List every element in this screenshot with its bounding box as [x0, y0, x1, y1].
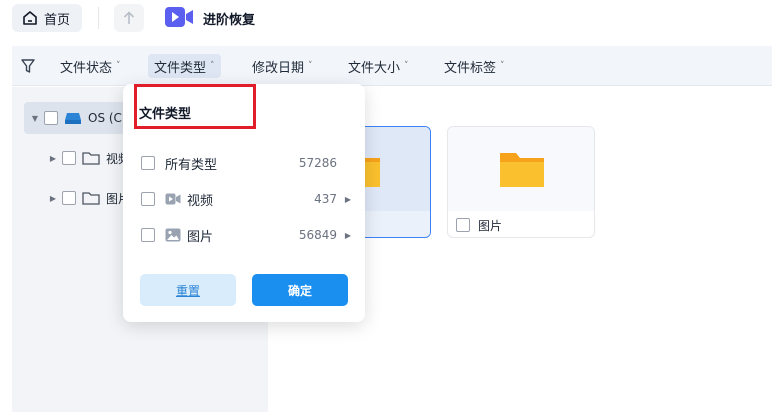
filter-label: 文件大小 — [348, 60, 401, 76]
tree-item-pictures[interactable]: ▶ 图片 — [24, 182, 130, 214]
option-checkbox[interactable] — [141, 192, 155, 206]
filter-file-status[interactable]: 文件状态 ˅ — [54, 54, 127, 78]
option-count: 56849 — [298, 228, 337, 242]
home-button[interactable]: 首页 — [12, 4, 82, 32]
up-button[interactable] — [114, 4, 144, 32]
video-icon — [165, 193, 181, 205]
top-bar: 首页 进阶恢复 — [0, 0, 772, 38]
chevron-down-icon: ˅ — [404, 61, 409, 71]
folder-outline-icon — [82, 192, 100, 205]
caret-right-icon[interactable]: ▶ — [46, 154, 60, 163]
filter-label: 文件标签 — [444, 60, 497, 76]
caret-right-icon[interactable]: ▶ — [341, 231, 351, 240]
drive-checkbox[interactable] — [44, 111, 58, 125]
option-label: 视频 — [165, 190, 314, 209]
folder-icon — [500, 153, 544, 187]
tree-checkbox[interactable] — [62, 191, 76, 205]
option-video[interactable]: 视频 437 ▶ — [141, 189, 351, 209]
video-app-icon — [165, 7, 193, 27]
option-label: 图片 — [165, 226, 299, 245]
option-count: 437 — [314, 192, 337, 206]
app-title: 进阶恢复 — [203, 13, 256, 28]
chevron-down-icon: ˅ — [308, 61, 313, 71]
option-count: 57286 — [298, 156, 337, 170]
option-all-types[interactable]: 所有类型 57286 — [141, 153, 351, 173]
card-label: 图片 — [478, 218, 503, 233]
highlight-box — [134, 84, 256, 129]
filter-file-type[interactable]: 文件类型 ˄ — [148, 54, 221, 78]
caret-right-icon[interactable]: ▶ — [341, 195, 351, 204]
filter-label: 修改日期 — [252, 60, 305, 76]
arrow-up-icon — [123, 11, 135, 24]
drive-icon — [65, 113, 81, 124]
filter-file-size[interactable]: 文件大小 ˅ — [342, 54, 415, 78]
chevron-up-icon: ˄ — [210, 61, 215, 71]
filter-file-tag[interactable]: 文件标签 ˅ — [438, 54, 511, 78]
filter-modified-date[interactable]: 修改日期 ˅ — [246, 54, 319, 78]
folder-outline-icon — [82, 152, 100, 165]
card-footer: 图片 — [448, 211, 594, 237]
option-text: 所有类型 — [165, 157, 218, 173]
option-checkbox[interactable] — [141, 228, 155, 242]
card-thumbnail — [448, 127, 594, 211]
tree-checkbox[interactable] — [62, 151, 76, 165]
home-label: 首页 — [44, 12, 71, 28]
toolbar-divider — [98, 7, 99, 29]
home-icon — [23, 11, 37, 25]
chevron-down-icon: ˅ — [500, 61, 505, 71]
option-label: 所有类型 — [165, 154, 299, 173]
option-text: 视频 — [187, 193, 214, 209]
caret-down-icon[interactable]: ▼ — [28, 114, 42, 123]
drive-label: OS (C: — [88, 111, 126, 125]
image-icon — [165, 228, 181, 242]
filter-label: 文件类型 — [154, 60, 207, 76]
filter-icon — [21, 59, 35, 73]
option-text: 图片 — [187, 229, 214, 245]
file-type-dropdown: 文件类型 所有类型 57286 视频 437 ▶ 图片 56849 ▶ 重置 确… — [123, 84, 365, 322]
folder-card-pictures[interactable]: 图片 — [447, 126, 595, 238]
confirm-button[interactable]: 确定 — [252, 274, 348, 306]
caret-right-icon[interactable]: ▶ — [46, 194, 60, 203]
card-checkbox[interactable] — [456, 218, 470, 232]
filter-label: 文件状态 — [60, 60, 113, 76]
tree-item-videos[interactable]: ▶ 视频 — [24, 142, 130, 174]
reset-button[interactable]: 重置 — [140, 274, 236, 306]
chevron-down-icon: ˅ — [116, 61, 121, 71]
filter-bar: 文件状态 ˅ 文件类型 ˄ 修改日期 ˅ 文件大小 ˅ 文件标签 ˅ — [12, 46, 772, 86]
option-checkbox[interactable] — [141, 156, 155, 170]
app-window: 首页 进阶恢复 文件状态 ˅ 文件类型 ˄ 修改日期 ˅ 文件大小 ˅ 文件标签… — [0, 0, 772, 412]
option-image[interactable]: 图片 56849 ▶ — [141, 225, 351, 245]
